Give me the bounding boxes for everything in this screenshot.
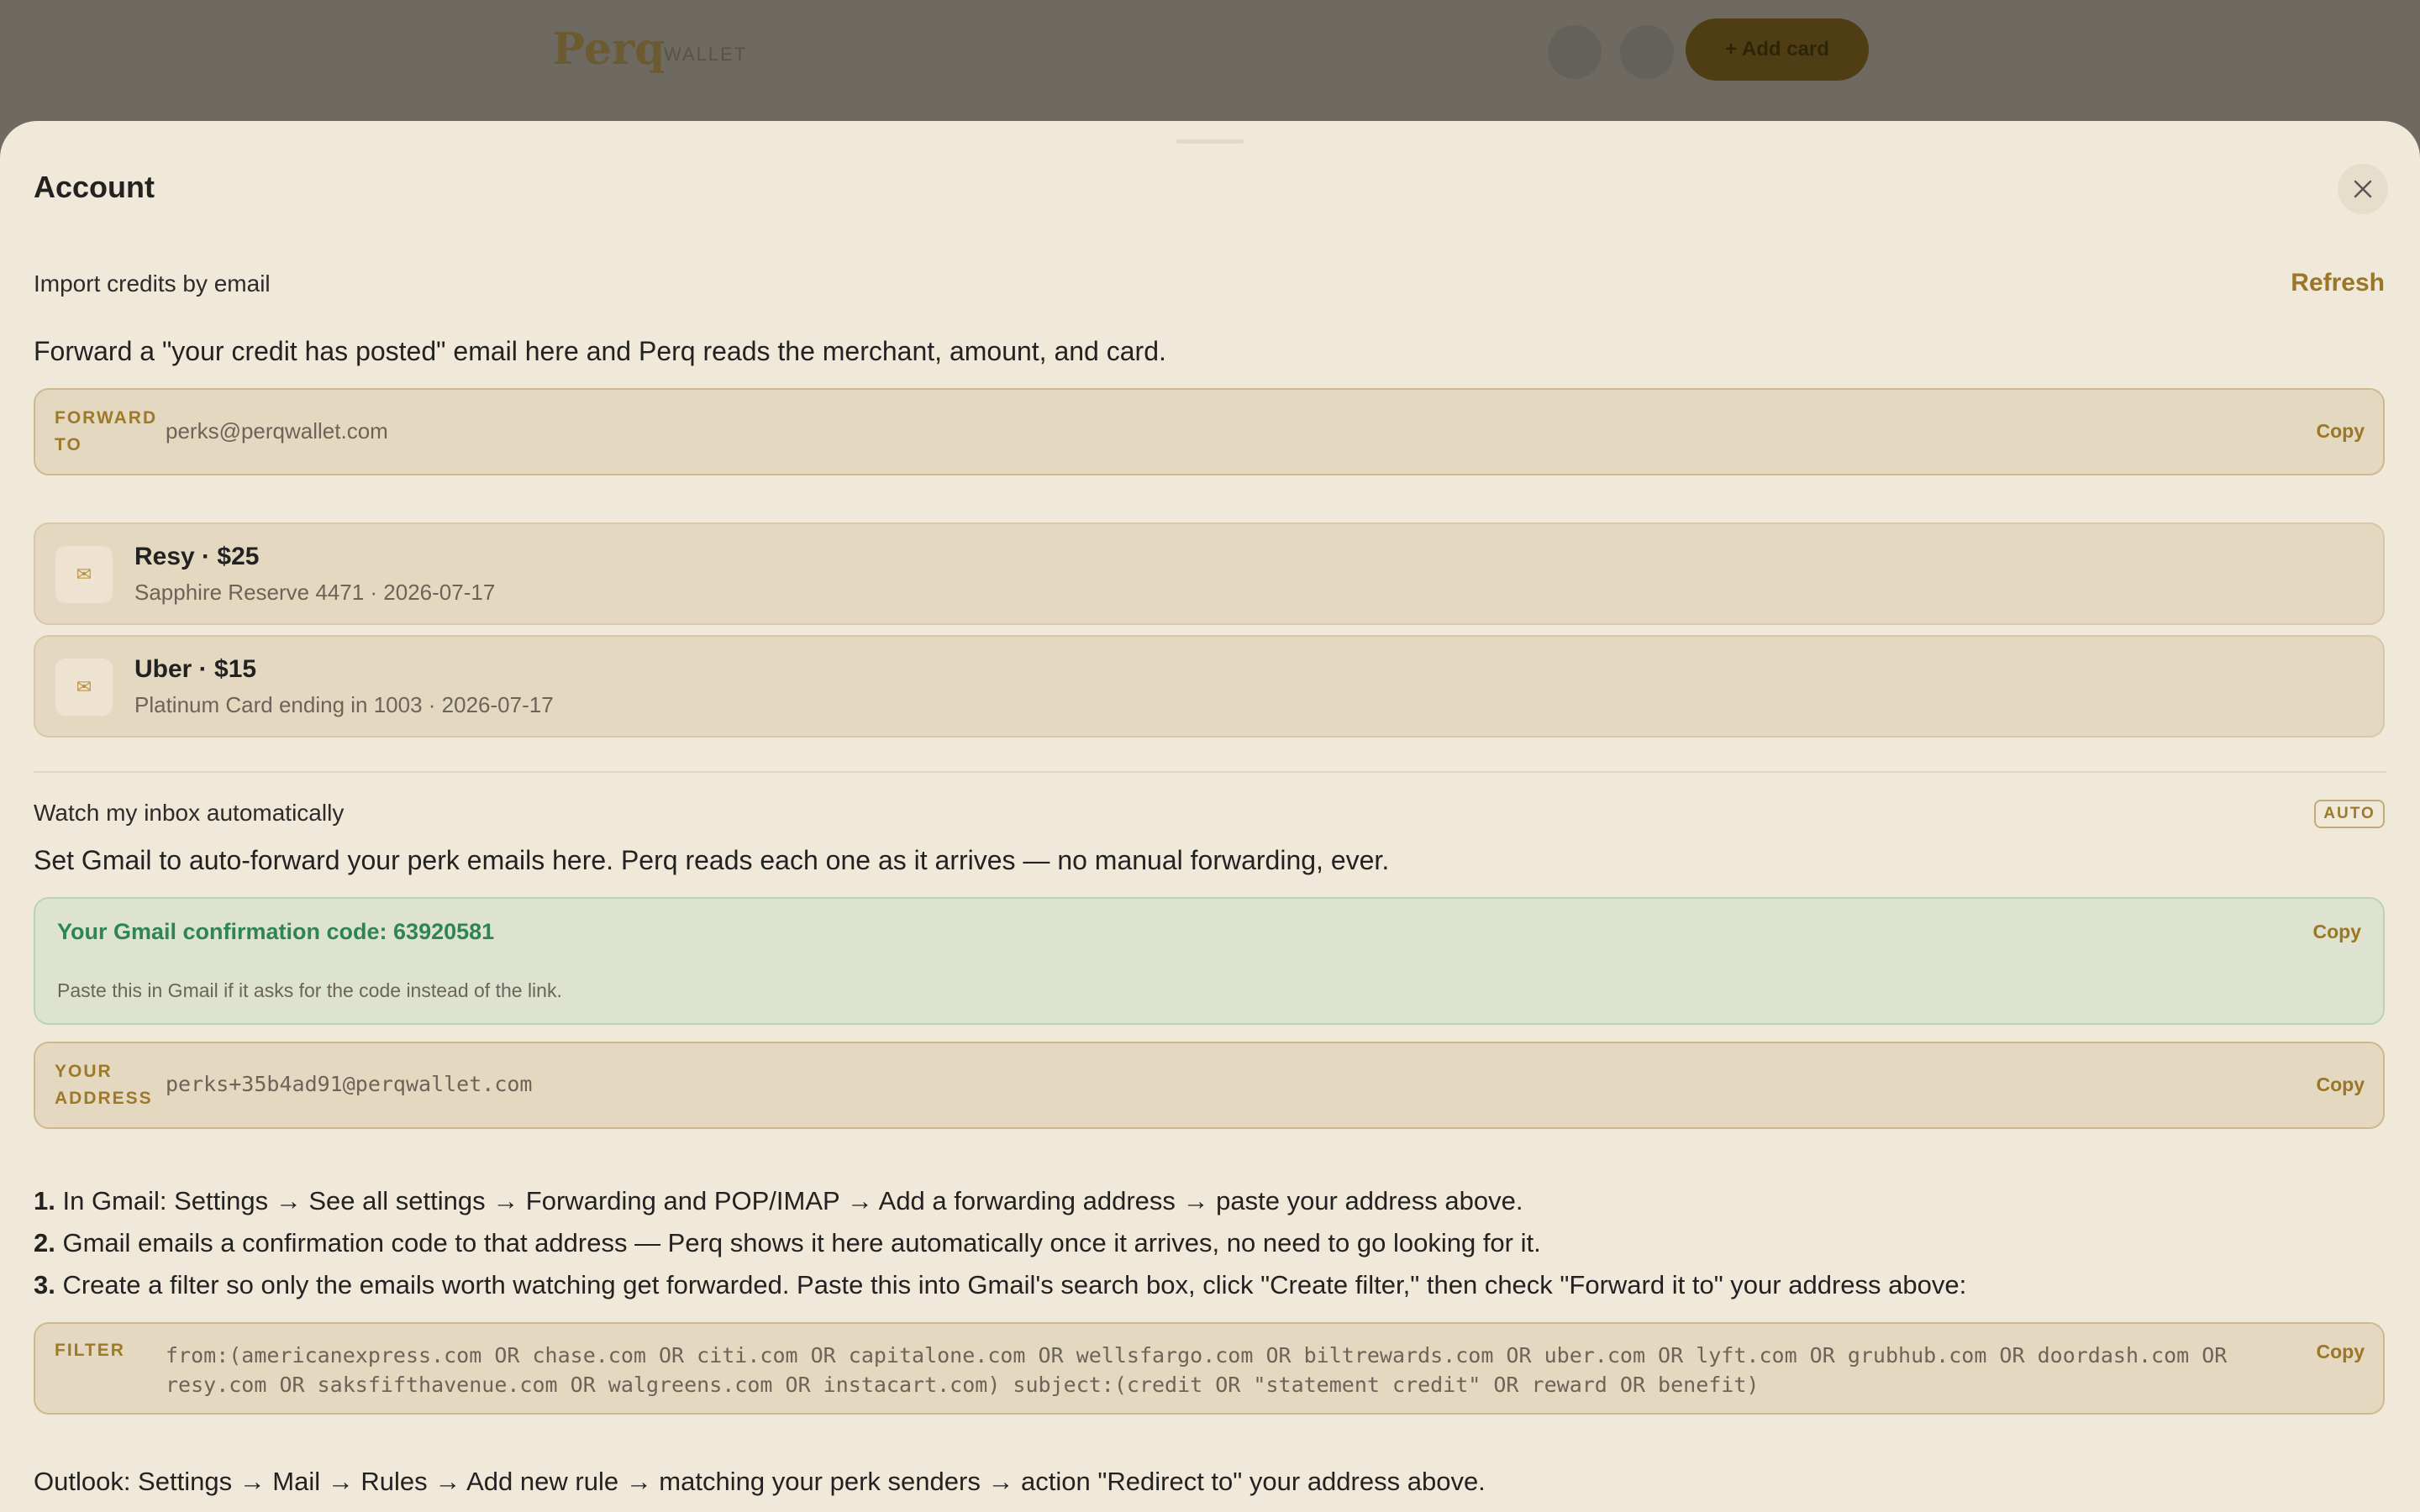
watch-section-label: Watch my inbox automatically (34, 800, 345, 826)
credit-item[interactable]: ✉ Resy · $25 Sapphire Reserve 4471 · 202… (34, 522, 2385, 625)
your-address-value[interactable]: perks+35b4ad91@perqwallet.com (166, 1072, 533, 1096)
forward-to-field: FORWARD TO perks@perqwallet.com Copy (34, 388, 2385, 475)
app-logo: Perq (552, 24, 666, 75)
add-card-button: + Add card (1686, 18, 1869, 81)
copy-filter-button[interactable]: Copy (2317, 1341, 2365, 1363)
sheet-title: Account (34, 170, 155, 204)
close-button[interactable] (2338, 164, 2388, 214)
section-divider (34, 771, 2386, 773)
sheet-grabber[interactable] (1176, 139, 1244, 144)
copy-confirmation-button[interactable]: Copy (2313, 921, 2362, 943)
close-icon (2354, 180, 2372, 198)
forward-to-tag: FORWARD TO (55, 408, 158, 454)
import-description: Forward a "your credit has posted" email… (34, 336, 1166, 366)
profile-icon (1620, 25, 1674, 79)
your-address-field: YOUR ADDRESS perks+35b4ad91@perqwallet.c… (34, 1042, 2385, 1129)
copy-forward-address-button[interactable]: Copy (2317, 420, 2365, 443)
copy-address-button[interactable]: Copy (2317, 1074, 2365, 1096)
envelope-icon: ✉ (55, 659, 113, 716)
credit-subtitle: Sapphire Reserve 4471 · 2026-07-17 (134, 580, 496, 605)
your-address-tag: YOUR ADDRESS (55, 1062, 153, 1108)
credit-title: Resy · $25 (134, 543, 260, 570)
confirmation-code[interactable]: Your Gmail confirmation code: 63920581 (57, 919, 494, 945)
watch-description: Set Gmail to auto-forward your perk emai… (34, 845, 1390, 875)
credit-title: Uber · $15 (134, 655, 257, 683)
instruction-step: 2. Gmail emails a confirmation code to t… (34, 1228, 1541, 1257)
filter-value[interactable]: from:(americanexpress.com OR chase.com O… (166, 1341, 2317, 1399)
outlook-instructions: Outlook: Settings → Mail → Rules → Add n… (34, 1467, 1486, 1496)
confirmation-hint: Paste this in Gmail if it asks for the c… (57, 979, 562, 1001)
refresh-button[interactable]: Refresh (2291, 269, 2385, 297)
background-header: Perq WALLET + Add card (0, 0, 2420, 126)
credit-subtitle: Platinum Card ending in 1003 · 2026-07-1… (134, 692, 554, 717)
instruction-step: 3. Create a filter so only the emails wo… (34, 1270, 1967, 1299)
forward-address[interactable]: perks@perqwallet.com (166, 418, 388, 444)
instruction-step: 1. In Gmail: Settings → See all settings… (34, 1186, 1523, 1215)
auto-badge: AUTO (2314, 800, 2385, 828)
account-sheet: Account Import credits by email Refresh … (0, 121, 2420, 1512)
confirmation-code-box: Your Gmail confirmation code: 63920581 C… (34, 897, 2385, 1025)
app-logo-subtitle: WALLET (664, 44, 748, 65)
credit-item[interactable]: ✉ Uber · $15 Platinum Card ending in 100… (34, 635, 2385, 738)
filter-field: FILTER from:(americanexpress.com OR chas… (34, 1322, 2385, 1415)
import-section-label: Import credits by email (34, 270, 271, 297)
filter-tag: FILTER (55, 1341, 125, 1360)
search-icon (1548, 25, 1602, 79)
envelope-icon: ✉ (55, 546, 113, 603)
